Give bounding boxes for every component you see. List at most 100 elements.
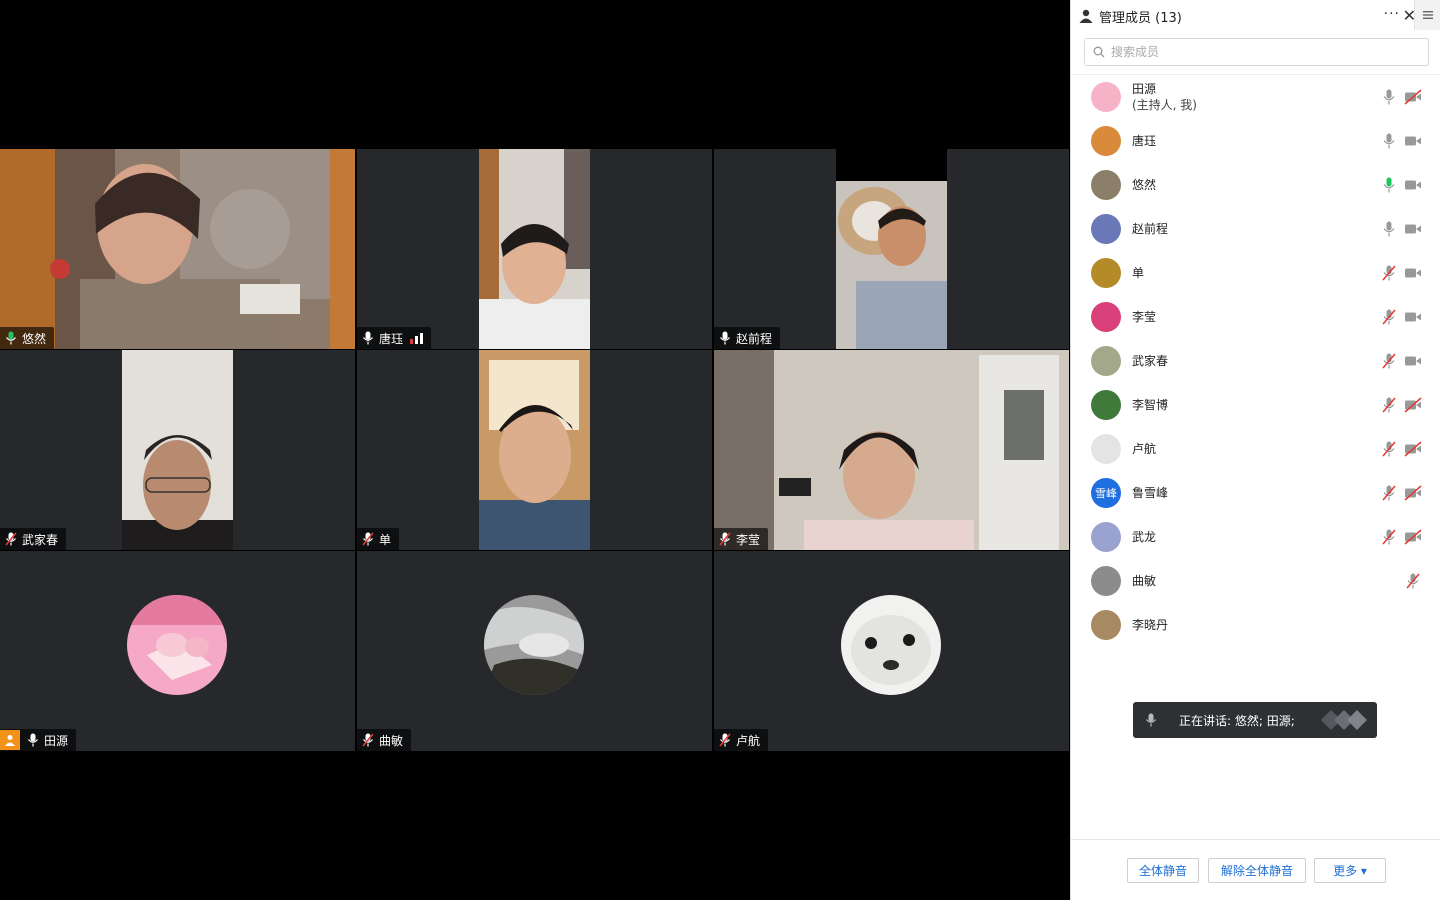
member-name-block: 田源 (主持人, 我) <box>1132 81 1197 113</box>
member-name: 鲁雪峰 <box>1132 486 1169 500</box>
name-tag: 卢航 <box>714 729 769 751</box>
member-name-block: 悠然 <box>1132 177 1156 193</box>
video-tile-zhaoqiancheng[interactable]: 赵前程 <box>714 149 1069 349</box>
search-input[interactable] <box>1111 45 1411 59</box>
video-tile-qumin[interactable]: 曲敏 <box>357 551 712 751</box>
more-options-icon[interactable]: ··· <box>1384 6 1400 22</box>
camera-icon[interactable] <box>1404 221 1422 237</box>
more-button[interactable]: 更多 ▾ <box>1314 858 1386 883</box>
camera-off-icon[interactable] <box>1404 485 1422 501</box>
mic-icon[interactable] <box>1382 89 1396 105</box>
camera-icon[interactable] <box>1404 353 1422 369</box>
member-search[interactable] <box>1084 38 1429 66</box>
member-name-block: 曲敏 <box>1132 573 1156 589</box>
member-name: 李晓丹 <box>1132 618 1169 632</box>
mic-icon <box>363 331 373 345</box>
avatar <box>1091 302 1121 332</box>
name-tag: 悠然 <box>0 327 55 349</box>
avatar <box>127 595 227 695</box>
participant-name: 曲敏 <box>379 733 404 748</box>
avatar <box>1091 434 1121 464</box>
name-tag: 唐珏 <box>357 327 432 349</box>
member-row[interactable]: 唐珏 <box>1071 119 1440 163</box>
name-tag: 赵前程 <box>714 327 781 349</box>
panel-header: 管理成员 (13) ··· ✕ <box>1071 0 1440 32</box>
participant-name: 李莹 <box>736 532 761 547</box>
member-name-block: 武龙 <box>1132 529 1156 545</box>
member-row[interactable]: 田源 (主持人, 我) <box>1071 75 1440 119</box>
video-tile-youran[interactable]: 悠然 <box>0 149 355 349</box>
name-tag: 田源 <box>0 729 77 751</box>
camera-icon[interactable] <box>1404 177 1422 193</box>
camera-icon[interactable] <box>1404 309 1422 325</box>
video-tile-luhang[interactable]: 卢航 <box>714 551 1069 751</box>
member-name-block: 李智博 <box>1132 397 1168 413</box>
member-row[interactable]: 李莹 <box>1071 295 1440 339</box>
avatar <box>1091 566 1121 596</box>
mic-speaking-icon[interactable] <box>1382 177 1396 193</box>
name-tag: 曲敏 <box>357 729 412 751</box>
mic-muted-icon[interactable] <box>1382 529 1396 545</box>
member-name-block: 卢航 <box>1132 441 1156 457</box>
member-row[interactable]: 曲敏 <box>1071 559 1440 603</box>
mic-icon <box>28 733 38 747</box>
mic-icon[interactable] <box>1382 133 1396 149</box>
speaking-text: 正在讲话: 悠然; 田源; <box>1179 713 1295 728</box>
member-name: 单 <box>1132 266 1145 280</box>
mic-muted-icon[interactable] <box>1406 573 1420 589</box>
avatar <box>1091 170 1121 200</box>
camera-off-icon[interactable] <box>1404 397 1422 413</box>
mic-muted-icon[interactable] <box>1382 353 1396 369</box>
video-tile-tianyuan[interactable]: 田源 <box>0 551 355 751</box>
member-name: 曲敏 <box>1132 574 1157 588</box>
video-tile-liying[interactable]: 李莹 <box>714 350 1069 550</box>
member-row[interactable]: 雪峰 鲁雪峰 <box>1071 471 1440 515</box>
mic-muted-icon[interactable] <box>1382 265 1396 281</box>
mute-all-button[interactable]: 全体静音 <box>1127 858 1199 883</box>
avatar <box>1091 522 1121 552</box>
member-row[interactable]: 赵前程 <box>1071 207 1440 251</box>
member-name-block: 鲁雪峰 <box>1132 485 1168 501</box>
video-tile-shan[interactable]: 单 <box>357 350 712 550</box>
mic-icon[interactable] <box>1382 221 1396 237</box>
camera-off-icon[interactable] <box>1404 529 1422 545</box>
video-tile-wujiachun[interactable]: 武家春 <box>0 350 355 550</box>
avatar <box>841 595 941 695</box>
camera-off-icon[interactable] <box>1404 89 1422 105</box>
search-icon <box>1093 46 1105 58</box>
mic-muted-icon[interactable] <box>1382 441 1396 457</box>
member-name: 武家春 <box>1132 354 1169 368</box>
menu-icon[interactable] <box>1414 0 1440 30</box>
name-tag: 武家春 <box>0 528 67 550</box>
member-name-block: 李莹 <box>1132 309 1156 325</box>
member-row[interactable]: 武龙 <box>1071 515 1440 559</box>
member-row[interactable]: 单 <box>1071 251 1440 295</box>
mic-muted-icon[interactable] <box>1382 309 1396 325</box>
participant-name: 田源 <box>44 733 69 748</box>
camera-off-icon[interactable] <box>1404 441 1422 457</box>
member-name-block: 李晓丹 <box>1132 617 1168 633</box>
unmute-all-button[interactable]: 解除全体静音 <box>1208 858 1306 883</box>
member-row[interactable]: 武家春 <box>1071 339 1440 383</box>
participant-video <box>479 149 590 349</box>
camera-icon[interactable] <box>1404 133 1422 149</box>
mic-speaking-icon <box>6 331 16 345</box>
member-name: 悠然 <box>1132 178 1157 192</box>
video-tile-tangjue[interactable]: 唐珏 <box>357 149 712 349</box>
mic-muted-icon[interactable] <box>1382 485 1396 501</box>
camera-icon[interactable] <box>1404 265 1422 281</box>
mic-icon <box>720 331 730 345</box>
participant-video <box>836 181 947 349</box>
member-name-block: 单 <box>1132 265 1144 281</box>
avatar <box>1091 346 1121 376</box>
member-row[interactable]: 李智博 <box>1071 383 1440 427</box>
participant-video <box>122 350 233 550</box>
name-tag: 单 <box>357 528 400 550</box>
mic-muted-icon[interactable] <box>1382 397 1396 413</box>
member-row[interactable]: 悠然 <box>1071 163 1440 207</box>
member-row[interactable]: 李晓丹 <box>1071 603 1440 647</box>
member-name: 李莹 <box>1132 310 1157 324</box>
panel-title: 管理成员 (13) <box>1099 10 1182 26</box>
member-row[interactable]: 卢航 <box>1071 427 1440 471</box>
participant-name: 唐珏 <box>379 331 404 346</box>
